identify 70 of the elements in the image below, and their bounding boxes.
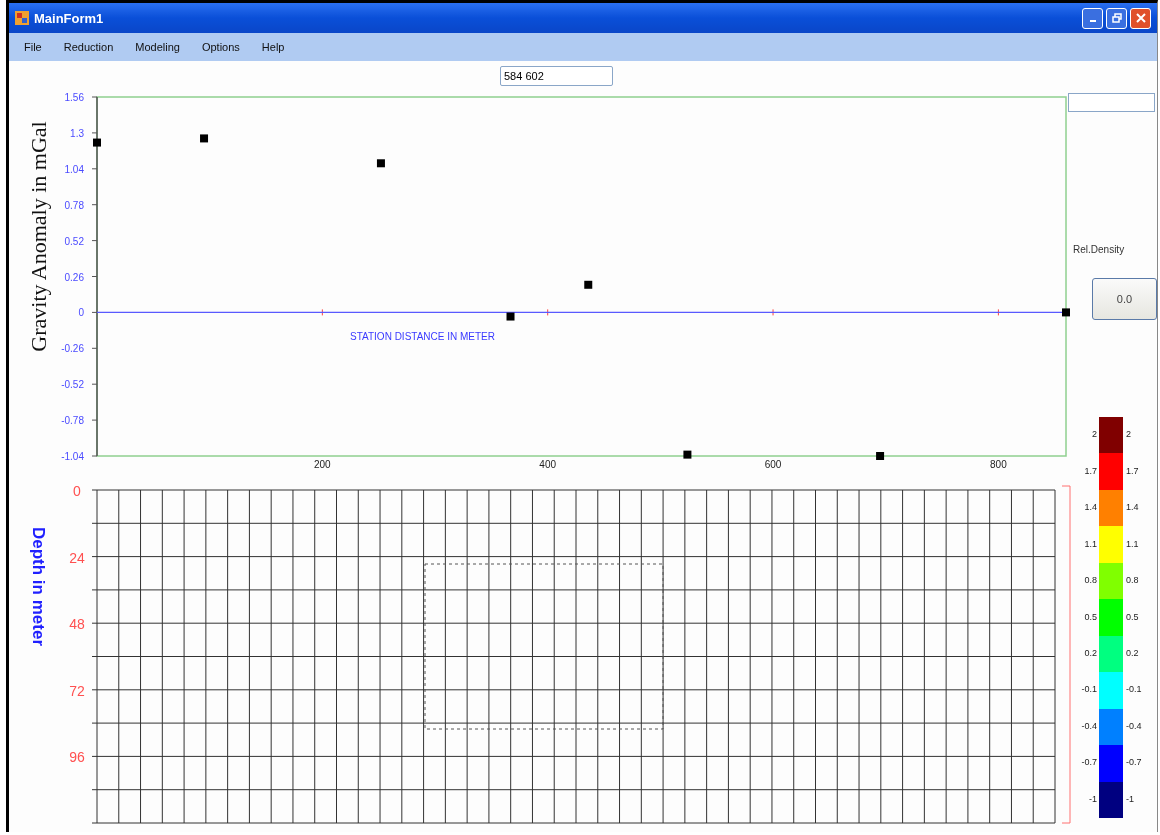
menu-item[interactable]: Modeling xyxy=(135,41,180,53)
scale-label: 0.8 xyxy=(1126,575,1139,586)
axis-title: Gravity Anomaly in mGal xyxy=(26,121,51,352)
scale-label: 1.1 xyxy=(1126,538,1139,549)
restore-icon xyxy=(1111,13,1122,23)
tick-label: 600 xyxy=(764,459,782,470)
axis-title: STATION DISTANCE IN METER xyxy=(350,331,495,343)
scale-label: -1 xyxy=(1088,793,1097,804)
density-button[interactable]: 0.0 xyxy=(1092,278,1157,320)
scale-label: 1.7 xyxy=(1126,465,1139,476)
menu-item[interactable]: Help xyxy=(261,41,285,53)
tick-label: 0.78 xyxy=(64,199,84,211)
scale-label: 2 xyxy=(1091,429,1097,440)
tick-label: 0.52 xyxy=(64,235,84,247)
depth-label: 48 xyxy=(69,616,85,633)
text-field[interactable] xyxy=(1068,93,1155,112)
menu-item[interactable]: Options xyxy=(201,41,240,53)
minimize-icon xyxy=(1089,20,1096,22)
scale-label: 1.4 xyxy=(1126,502,1139,513)
data-point xyxy=(93,138,101,147)
tick-label: -0.78 xyxy=(61,415,84,427)
app-icon xyxy=(15,11,29,25)
tick-label: 200 xyxy=(314,459,331,470)
tick-label: 0.26 xyxy=(64,271,84,283)
density-label: Rel.Density xyxy=(1073,244,1125,255)
tick-label: 1.3 xyxy=(70,127,84,139)
scale-label: 1.4 xyxy=(1083,502,1097,513)
axis-title: Depth in meter xyxy=(29,527,48,646)
window-title: MainForm1 xyxy=(34,10,104,26)
tick-label: -0.52 xyxy=(61,379,84,391)
menu-item[interactable]: File xyxy=(24,41,42,53)
scale-label: -1 xyxy=(1126,793,1134,804)
scale-label: 0.8 xyxy=(1083,575,1097,586)
scale-label: 0.2 xyxy=(1083,647,1097,658)
tick-label: 0 xyxy=(78,307,84,319)
scale-label: -0.1 xyxy=(1080,684,1097,695)
scale-label: 0.2 xyxy=(1126,647,1139,658)
scale-label: 1.1 xyxy=(1083,538,1097,549)
close-icon xyxy=(1135,13,1146,23)
depth-label: 96 xyxy=(69,749,85,766)
tick-label: 800 xyxy=(990,459,1007,470)
scale-label: -0.1 xyxy=(1126,684,1142,695)
data-point xyxy=(584,280,593,289)
tick-label: 400 xyxy=(539,459,557,470)
close-button[interactable] xyxy=(1130,7,1151,29)
scale-label: -0.4 xyxy=(1080,720,1097,731)
scale-label: -0.7 xyxy=(1080,757,1097,768)
scale-label: -0.7 xyxy=(1126,757,1142,768)
tick-label: 1.04 xyxy=(64,163,84,175)
coordinate-field[interactable]: 584 602 xyxy=(500,66,613,86)
data-point xyxy=(876,452,885,460)
depth-label: 0 xyxy=(73,483,81,499)
scale-label: -0.4 xyxy=(1126,720,1142,731)
data-point xyxy=(376,159,385,168)
restore-button[interactable] xyxy=(1106,7,1127,29)
data-point xyxy=(506,312,515,321)
tick-label: -0.26 xyxy=(61,343,84,355)
scale-label: 0.5 xyxy=(1083,611,1097,622)
tick-label: -1.04 xyxy=(61,451,84,462)
scale-label: 1.7 xyxy=(1083,465,1097,476)
menu-item[interactable]: Reduction xyxy=(63,41,114,53)
minimize-button[interactable] xyxy=(1082,7,1103,29)
data-point xyxy=(200,134,209,143)
depth-label: 72 xyxy=(69,682,85,699)
depth-label: 24 xyxy=(69,549,85,566)
scale-label: 0.5 xyxy=(1126,611,1139,622)
data-point xyxy=(683,450,692,459)
scale-label: 2 xyxy=(1126,429,1131,440)
data-point xyxy=(1062,308,1070,317)
tick-label: 1.56 xyxy=(64,92,84,103)
